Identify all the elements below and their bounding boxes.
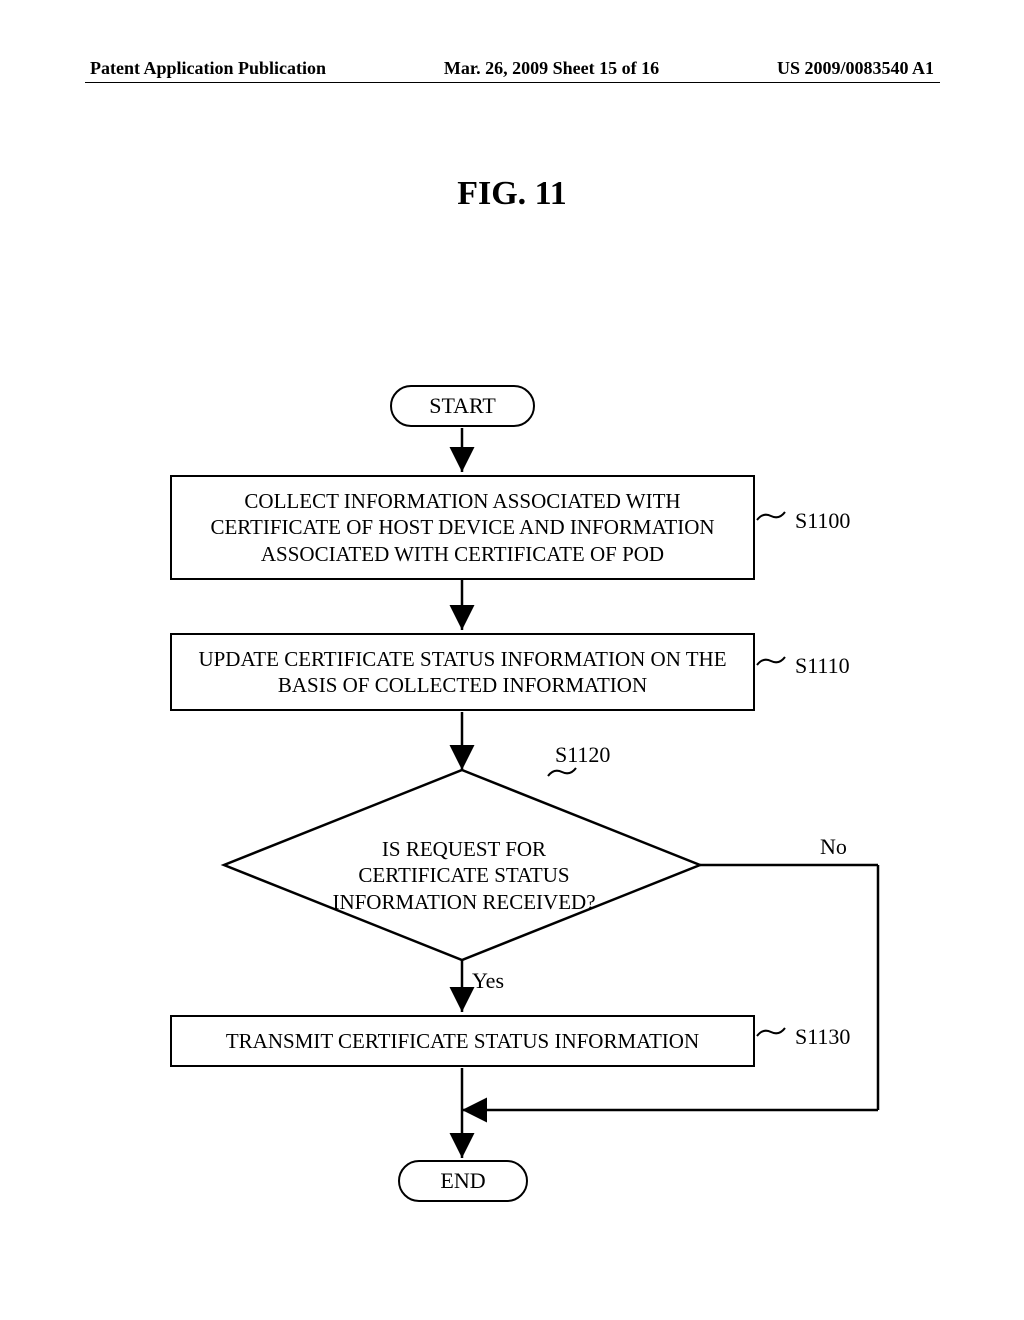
decision-s1120-text: IS REQUEST FOR CERTIFICATE STATUS INFORM… — [319, 836, 609, 915]
step-label-s1100: S1100 — [795, 508, 850, 534]
branch-yes-label: Yes — [472, 968, 504, 994]
step-label-s1110: S1110 — [795, 653, 850, 679]
decision-s1120: IS REQUEST FOR CERTIFICATE STATUS INFORM… — [224, 770, 700, 960]
process-s1110: UPDATE CERTIFICATE STATUS INFORMATION ON… — [170, 633, 755, 711]
process-s1110-text: UPDATE CERTIFICATE STATUS INFORMATION ON… — [182, 646, 743, 699]
start-terminal: START — [390, 385, 535, 427]
end-terminal: END — [398, 1160, 528, 1202]
step-label-s1130: S1130 — [795, 1024, 850, 1050]
step-label-s1120: S1120 — [555, 742, 610, 768]
process-s1130-text: TRANSMIT CERTIFICATE STATUS INFORMATION — [226, 1028, 699, 1054]
flowchart: START COLLECT INFORMATION ASSOCIATED WIT… — [0, 0, 1024, 1320]
process-s1100-text: COLLECT INFORMATION ASSOCIATED WITH CERT… — [182, 488, 743, 567]
process-s1130: TRANSMIT CERTIFICATE STATUS INFORMATION — [170, 1015, 755, 1067]
branch-no-label: No — [820, 834, 847, 860]
start-label: START — [429, 393, 496, 419]
process-s1100: COLLECT INFORMATION ASSOCIATED WITH CERT… — [170, 475, 755, 580]
end-label: END — [440, 1168, 485, 1194]
